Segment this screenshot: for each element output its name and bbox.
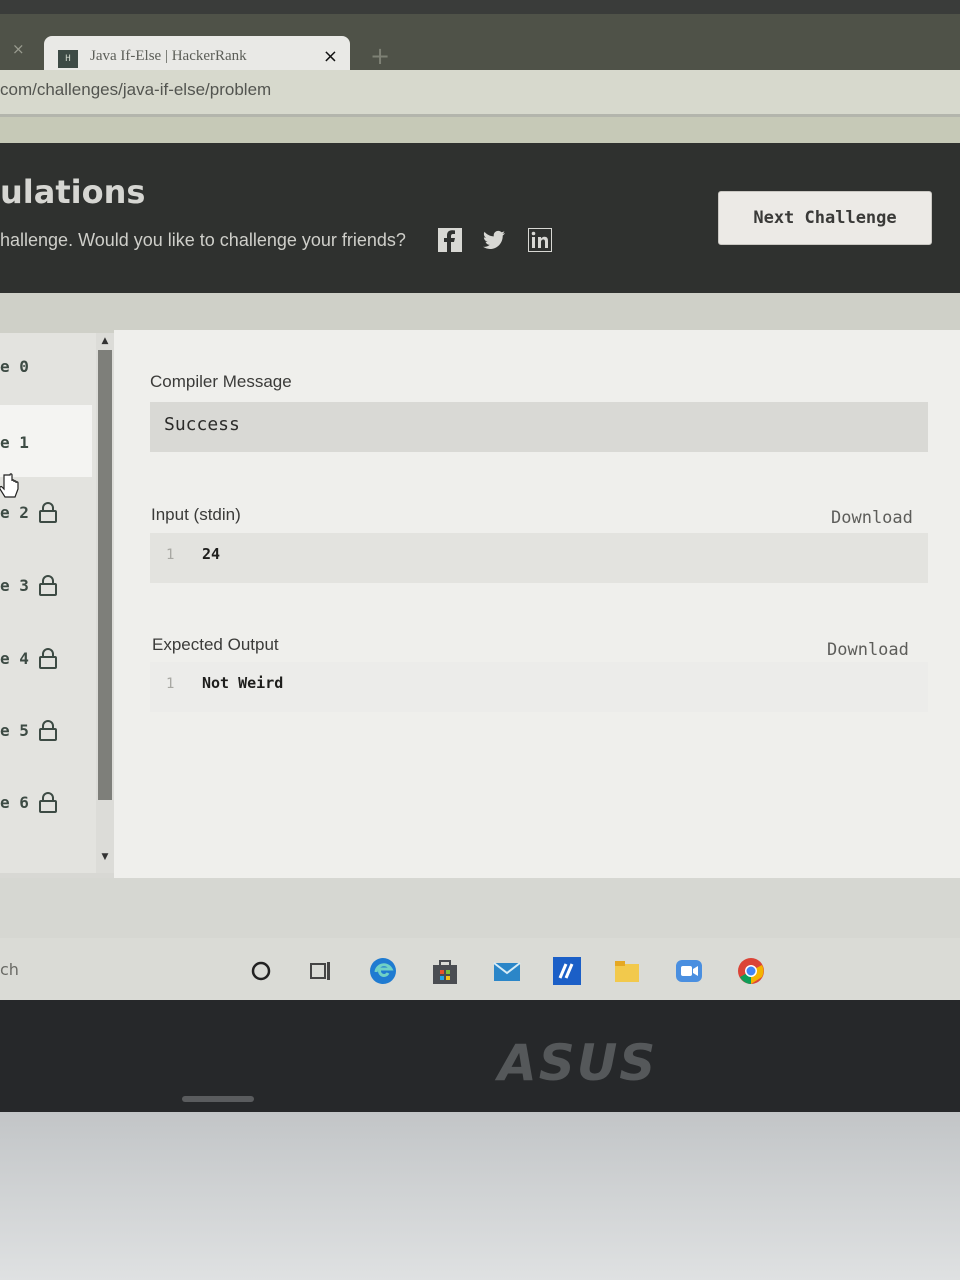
- task-view-icon[interactable]: [306, 956, 336, 986]
- lock-icon: [39, 502, 57, 523]
- input-value: 24: [202, 545, 221, 563]
- store-icon[interactable]: [430, 956, 460, 986]
- linkedin-icon[interactable]: [528, 228, 552, 252]
- test-case-label: e 6: [0, 793, 29, 812]
- laptop-hinge: [182, 1096, 254, 1102]
- laptop-body: [0, 1112, 960, 1280]
- next-challenge-button[interactable]: Next Challenge: [718, 191, 932, 245]
- expected-output-value: Not Weird: [202, 674, 284, 692]
- laptop-top-bezel: [0, 0, 960, 14]
- hand-cursor-icon: [0, 473, 19, 498]
- scroll-up-arrow-icon[interactable]: ▲: [96, 336, 114, 346]
- test-case-6[interactable]: e 6: [0, 771, 92, 843]
- test-case-label: e 4: [0, 649, 29, 668]
- lock-icon: [39, 792, 57, 813]
- zoom-icon[interactable]: [674, 956, 704, 986]
- test-case-label: e 3: [0, 576, 29, 595]
- windows-taskbar: ch: [0, 938, 960, 1000]
- test-case-sidebar: e 0 e 1 e 2 e 3 e 4 e 5 e 6: [0, 333, 96, 873]
- page-gap: [0, 293, 960, 333]
- line-number: 1: [166, 547, 175, 563]
- browser-tab-bar: × H Java If-Else | HackerRank × +: [0, 14, 960, 84]
- congratulations-banner: ulations hallenge. Would you like to cha…: [0, 143, 960, 293]
- test-case-label: e 0: [0, 357, 29, 376]
- laptop-bottom-bezel: ASUS: [0, 1000, 960, 1112]
- facebook-icon[interactable]: [438, 228, 462, 252]
- hackerrank-favicon-icon: H: [58, 50, 78, 68]
- test-case-5[interactable]: e 5: [0, 699, 92, 771]
- test-case-3[interactable]: e 3: [0, 554, 92, 626]
- compiler-message-label: Compiler Message: [150, 372, 292, 391]
- download-expected-output-link[interactable]: Download: [827, 640, 909, 660]
- input-box: 1 24: [150, 533, 928, 583]
- taskbar-search-text[interactable]: ch: [0, 960, 19, 979]
- lock-icon: [39, 575, 57, 596]
- url-text[interactable]: com/challenges/java-if-else/problem: [0, 80, 271, 100]
- test-case-1[interactable]: e 1: [0, 405, 92, 477]
- asus-logo: ASUS: [498, 1034, 658, 1092]
- app-icon[interactable]: [552, 956, 582, 986]
- sidebar-scroll-thumb[interactable]: [98, 350, 112, 800]
- expected-output-label: Expected Output: [152, 635, 279, 654]
- line-number: 1: [166, 676, 175, 692]
- edge-icon[interactable]: [368, 956, 398, 986]
- address-bar[interactable]: com/challenges/java-if-else/problem: [0, 70, 960, 117]
- compiler-message-text: Success: [164, 414, 240, 435]
- banner-share-text: hallenge. Would you like to challenge yo…: [0, 230, 406, 250]
- page-footer-area: [0, 878, 960, 938]
- new-tab-button[interactable]: +: [370, 42, 390, 70]
- lock-icon: [39, 648, 57, 669]
- test-case-4[interactable]: e 4: [0, 627, 92, 699]
- chrome-icon[interactable]: [736, 956, 766, 986]
- compiler-message-box: Success: [150, 402, 928, 452]
- tab-close-icon[interactable]: ×: [323, 46, 338, 67]
- test-case-label: e 2: [0, 503, 29, 522]
- input-label: Input (stdin): [151, 505, 241, 524]
- test-case-label: e 1: [0, 433, 29, 452]
- scroll-down-arrow-icon[interactable]: ▼: [96, 852, 114, 862]
- test-case-0[interactable]: e 0: [0, 333, 92, 405]
- test-result-panel: Compiler Message Success Input (stdin) D…: [114, 330, 960, 878]
- banner-title: ulations: [0, 173, 146, 211]
- expected-output-box: 1 Not Weird: [150, 662, 928, 712]
- lock-icon: [39, 720, 57, 741]
- tab-title: Java If-Else | HackerRank: [90, 48, 247, 64]
- mail-icon[interactable]: [492, 956, 522, 986]
- explorer-icon[interactable]: [612, 956, 642, 986]
- test-case-label: e 5: [0, 721, 29, 740]
- twitter-icon[interactable]: [482, 228, 506, 252]
- bookmarks-strip: [0, 117, 960, 143]
- cortana-icon[interactable]: [246, 956, 276, 986]
- previous-tab-close-icon[interactable]: ×: [12, 40, 25, 58]
- download-input-link[interactable]: Download: [831, 508, 913, 528]
